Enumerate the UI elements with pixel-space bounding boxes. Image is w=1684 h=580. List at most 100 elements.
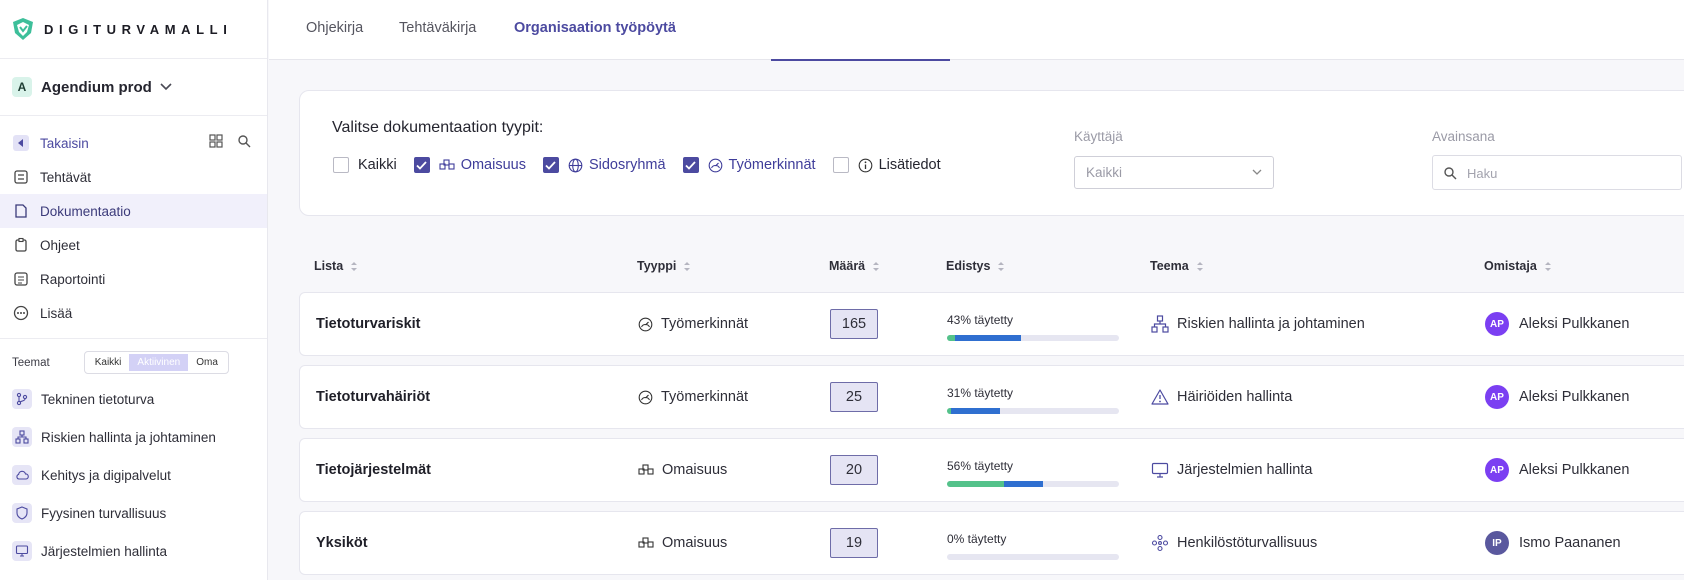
info-icon <box>858 158 873 173</box>
tab-guidebook[interactable]: Ohjekirja <box>306 20 363 36</box>
document-icon <box>12 202 30 220</box>
row-name[interactable]: Yksiköt <box>316 512 368 574</box>
org-avatar: A <box>12 77 32 97</box>
row-type-label: Työmerkinnät <box>661 389 749 405</box>
table-row[interactable]: Tietoturvahäiriöt Työmerkinnät 25 31% tä… <box>299 365 1684 429</box>
row-type: Työmerkinnät <box>638 293 748 355</box>
type-filter-all[interactable]: Kaikki <box>333 157 397 173</box>
nav-item-tasks[interactable]: Tehtävät <box>0 160 267 194</box>
people-icon <box>1151 534 1169 552</box>
nav-item-reporting[interactable]: Raportointi <box>0 262 267 296</box>
progress-bar <box>947 481 1119 487</box>
nav-back[interactable]: Takaisin <box>0 126 267 160</box>
column-header-count[interactable]: Määrä <box>829 259 880 273</box>
tab-org-desktop[interactable]: Organisaation työpöytä <box>514 20 676 36</box>
themes-filter-active[interactable]: Aktiivinen <box>129 354 189 371</box>
progress-text: 56% täytetty <box>947 459 1014 473</box>
row-count[interactable]: 25 <box>830 382 878 412</box>
row-theme-label: Henkilöstöturvallisuus <box>1177 535 1318 551</box>
theme-label: Tekninen tietoturva <box>41 391 155 407</box>
table-row[interactable]: Yksiköt Omaisuus 19 0% täytetty Henkilös… <box>299 511 1684 575</box>
checkbox[interactable] <box>542 157 559 173</box>
theme-item-systems[interactable]: Järjestelmien hallinta <box>0 532 267 570</box>
column-header-owner[interactable]: Omistaja <box>1484 259 1552 273</box>
theme-label: Kehitys ja digipalvelut <box>41 467 171 483</box>
row-theme: Järjestelmien hallinta <box>1151 439 1312 501</box>
progress-text: 0% täytetty <box>947 532 1007 546</box>
row-count[interactable]: 20 <box>830 455 878 485</box>
nav-item-guides[interactable]: Ohjeet <box>0 228 267 262</box>
checkbox[interactable] <box>413 157 430 173</box>
search-icon[interactable] <box>237 134 251 148</box>
keyword-search-input[interactable]: Haku <box>1432 155 1682 190</box>
type-label: Omaisuus <box>460 157 526 173</box>
user-select-value: Kaikki <box>1086 165 1123 180</box>
search-icon <box>1444 167 1457 180</box>
brand-logo[interactable]: DIGITURVAMALLI <box>0 0 267 59</box>
row-theme: Henkilöstöturvallisuus <box>1151 512 1317 574</box>
row-theme-label: Häiriöiden hallinta <box>1177 389 1293 405</box>
grid-icon[interactable] <box>209 134 223 148</box>
progress-bar <box>947 408 1119 414</box>
row-theme-label: Riskien hallinta ja johtaminen <box>1177 316 1365 332</box>
row-theme-label: Järjestelmien hallinta <box>1177 462 1313 478</box>
themes-title: Teemat <box>12 356 50 369</box>
tab-taskbook[interactable]: Tehtäväkirja <box>399 20 476 36</box>
sort-icon <box>997 261 1005 272</box>
theme-item-physical-security[interactable]: Fyysinen turvallisuus <box>0 494 267 532</box>
user-select[interactable]: Kaikki <box>1074 156 1274 189</box>
warning-icon <box>1151 388 1169 406</box>
row-name[interactable]: Tietojärjestelmät <box>316 439 431 501</box>
column-header-theme[interactable]: Teema <box>1150 259 1204 273</box>
table-row[interactable]: Tietoturvariskit Työmerkinnät 165 43% tä… <box>299 292 1684 356</box>
column-header-type[interactable]: Tyyppi <box>637 259 691 273</box>
column-label: Tyyppi <box>637 259 677 273</box>
row-type: Omaisuus <box>638 439 727 501</box>
filter-title: Valitse dokumentaation tyypit: <box>332 119 544 136</box>
nav-item-more[interactable]: Lisää <box>0 296 267 330</box>
type-filter-work-entries[interactable]: Työmerkinnät <box>682 157 816 173</box>
type-filter-asset[interactable]: Omaisuus <box>413 157 526 173</box>
column-header-list[interactable]: Lista <box>314 259 358 273</box>
row-count[interactable]: 19 <box>830 528 878 558</box>
checkbox[interactable] <box>832 157 849 173</box>
gauge-icon <box>638 390 653 405</box>
nav-item-label: Dokumentaatio <box>40 203 131 219</box>
hierarchy-icon <box>12 427 32 447</box>
keyword-label: Avainsana <box>1432 129 1495 144</box>
type-filter-stakeholder[interactable]: Sidosryhmä <box>542 157 666 173</box>
progress-text: 43% täytetty <box>947 313 1014 327</box>
progress-bar-green <box>947 481 1004 487</box>
checkbox[interactable] <box>333 157 349 173</box>
row-count[interactable]: 165 <box>830 309 878 339</box>
themes-filter-all[interactable]: Kaikki <box>87 354 130 371</box>
column-label: Lista <box>314 259 344 273</box>
progress-bar-green <box>947 335 955 341</box>
hierarchy-icon <box>1151 315 1169 333</box>
theme-item-risk-management[interactable]: Riskien hallinta ja johtaminen <box>0 418 267 456</box>
user-label: Käyttäjä <box>1074 129 1123 144</box>
themes-filter-own[interactable]: Oma <box>188 354 226 371</box>
theme-item-technical-security[interactable]: Tekninen tietoturva <box>0 380 267 418</box>
row-name[interactable]: Tietoturvahäiriöt <box>316 366 430 428</box>
row-type-label: Omaisuus <box>662 535 728 551</box>
avatar: IP <box>1485 531 1509 555</box>
progress-bar <box>947 554 1119 560</box>
row-theme: Häiriöiden hallinta <box>1151 366 1292 428</box>
org-switcher[interactable]: A Agendium prod <box>0 59 267 116</box>
table-row[interactable]: Tietojärjestelmät Omaisuus 20 56% täytet… <box>299 438 1684 502</box>
row-owner: IP Ismo Paananen <box>1485 512 1621 574</box>
row-count-cell: 165 <box>830 293 878 355</box>
type-label: Lisätiedot <box>878 157 941 173</box>
row-name[interactable]: Tietoturvariskit <box>316 293 421 355</box>
checkbox[interactable] <box>682 157 699 173</box>
theme-item-development[interactable]: Kehitys ja digipalvelut <box>0 456 267 494</box>
progress-bar <box>947 335 1119 341</box>
clipboard-icon <box>12 236 30 254</box>
type-filter-additional-info[interactable]: Lisätiedot <box>832 157 941 173</box>
branch-icon <box>12 389 32 409</box>
progress-bar-blue <box>1004 481 1043 487</box>
nav-item-documentation[interactable]: Dokumentaatio <box>0 194 267 228</box>
column-header-progress[interactable]: Edistys <box>946 259 1005 273</box>
nav-item-label: Ohjeet <box>40 237 80 253</box>
